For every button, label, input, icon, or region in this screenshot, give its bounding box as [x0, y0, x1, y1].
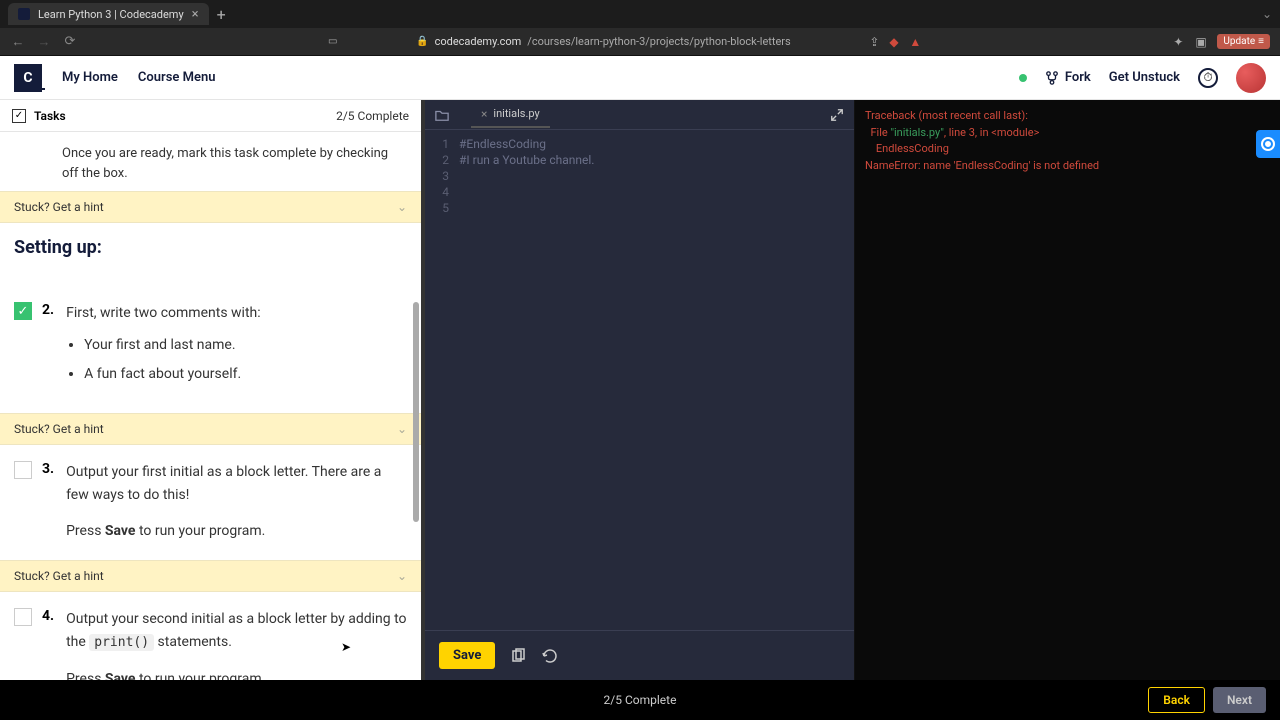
- terminal-line: File "initials.py", line 3, in <module>: [865, 125, 1270, 142]
- task-item-4: 4. Output your second initial as a block…: [0, 592, 421, 680]
- back-nav-icon[interactable]: ←: [10, 34, 26, 50]
- tabs-chevron-icon[interactable]: ⌄: [1262, 7, 1272, 21]
- editor-footer: Save: [425, 630, 854, 680]
- file-name: initials.py: [493, 107, 539, 120]
- tasks-header-checkbox[interactable]: ✓: [12, 109, 26, 123]
- browser-right-icons: ✦ ▣ Update ≡: [1173, 34, 1270, 49]
- hint-toggle[interactable]: Stuck? Get a hint⌄: [0, 413, 421, 445]
- code-content[interactable]: #EndlessCoding #I run a Youtube channel.: [459, 136, 854, 630]
- scrollbar-thumb[interactable]: [413, 302, 419, 522]
- share-icon[interactable]: ⇪: [869, 35, 883, 49]
- new-tab-button[interactable]: +: [217, 5, 226, 24]
- active-tab[interactable]: Learn Python 3 | Codecademy ×: [8, 3, 209, 25]
- app-icon[interactable]: ▣: [1195, 35, 1209, 49]
- task-checkbox-3[interactable]: [14, 461, 32, 479]
- timer-icon[interactable]: ⏱: [1198, 68, 1218, 88]
- expand-icon[interactable]: [830, 108, 844, 122]
- warn-icon[interactable]: ▲: [909, 35, 923, 49]
- task-checkbox-2[interactable]: ✓: [14, 302, 32, 320]
- task-number: 3.: [42, 461, 54, 542]
- reset-icon[interactable]: [541, 647, 559, 665]
- main-content: ✓ Tasks 2/5 Complete Once you are ready,…: [0, 100, 1280, 680]
- close-tab-icon[interactable]: ×: [192, 7, 199, 22]
- get-unstuck-button[interactable]: Get Unstuck: [1109, 70, 1180, 85]
- task-4-sub: Press Save to run your program.: [66, 668, 407, 680]
- task-number: 2.: [42, 302, 54, 391]
- bottom-progress: 2/5 Complete: [604, 693, 677, 707]
- chevron-down-icon: ⌄: [397, 422, 407, 436]
- hint-toggle[interactable]: Stuck? Get a hint⌄: [0, 560, 421, 592]
- terminal-line: EndlessCoding: [865, 141, 1270, 158]
- save-button[interactable]: Save: [439, 642, 495, 669]
- editor-tabs: × initials.py: [425, 100, 854, 130]
- task-3-text: Output your first initial as a block let…: [66, 461, 407, 506]
- task-4-text: Output your second initial as a block le…: [66, 608, 407, 653]
- code-editor[interactable]: 12345 #EndlessCoding #I run a Youtube ch…: [425, 130, 854, 630]
- back-button[interactable]: Back: [1148, 687, 1205, 713]
- section-title: Setting up:: [0, 223, 421, 266]
- extension-icon[interactable]: ✦: [1173, 35, 1187, 49]
- forward-nav-icon: →: [36, 34, 52, 50]
- task-3-sub: Press Save to run your program.: [66, 520, 407, 542]
- terminal-line: Traceback (most recent call last):: [865, 108, 1270, 125]
- task-checkbox-4[interactable]: [14, 608, 32, 626]
- editor-panel: × initials.py 12345 #EndlessCoding #I ru…: [425, 100, 855, 680]
- browser-toolbar: ← → ⟳ ▭ 🔒 codecademy.com/courses/learn-p…: [0, 28, 1280, 56]
- shield-icon[interactable]: ◆: [889, 35, 903, 49]
- nav-my-home[interactable]: My Home: [62, 70, 118, 85]
- reader-icon[interactable]: ▭: [328, 36, 337, 47]
- mouse-cursor: ➤: [341, 640, 351, 654]
- terminal-line: NameError: name 'EndlessCoding' is not d…: [865, 158, 1270, 175]
- task-item-3: 3. Output your first initial as a block …: [0, 445, 421, 550]
- tasks-scroll[interactable]: Once you are ready, mark this task compl…: [0, 132, 421, 680]
- terminal-panel[interactable]: Traceback (most recent call last): File …: [855, 100, 1280, 680]
- url-path: /courses/learn-python-3/projects/python-…: [527, 35, 790, 48]
- bottom-bar: 2/5 Complete Back Next: [0, 680, 1280, 720]
- file-tab-initials[interactable]: × initials.py: [471, 102, 550, 128]
- tasks-panel: ✓ Tasks 2/5 Complete Once you are ready,…: [0, 100, 425, 680]
- help-widget[interactable]: [1256, 130, 1280, 158]
- hint-toggle[interactable]: Stuck? Get a hint⌄: [0, 191, 421, 223]
- update-button[interactable]: Update ≡: [1217, 34, 1270, 49]
- next-button[interactable]: Next: [1213, 687, 1266, 713]
- reload-icon[interactable]: ⟳: [62, 34, 78, 50]
- task-number: 4.: [42, 608, 54, 680]
- tasks-progress: 2/5 Complete: [336, 109, 409, 123]
- codecademy-logo[interactable]: C: [14, 64, 42, 92]
- task-intro-text: Once you are ready, mark this task compl…: [0, 132, 421, 191]
- nav-course-menu[interactable]: Course Menu: [138, 70, 216, 85]
- chevron-down-icon: ⌄: [397, 200, 407, 214]
- line-gutter: 12345: [425, 136, 459, 630]
- top-nav: C My Home Course Menu Fork Get Unstuck ⏱: [0, 56, 1280, 100]
- task-2-text: First, write two comments with:: [66, 302, 407, 324]
- avatar[interactable]: [1236, 63, 1266, 93]
- lock-icon: 🔒: [416, 36, 428, 47]
- fork-icon: [1045, 71, 1059, 85]
- browser-tabs: Learn Python 3 | Codecademy × + ⌄: [0, 0, 1280, 28]
- fork-button[interactable]: Fork: [1045, 70, 1091, 85]
- task-item-2: ✓ 2. First, write two comments with: You…: [0, 286, 421, 399]
- url-host: codecademy.com: [435, 35, 522, 48]
- status-dot: [1019, 74, 1027, 82]
- tasks-label: Tasks: [34, 109, 66, 123]
- close-file-icon[interactable]: ×: [481, 107, 487, 121]
- tasks-header: ✓ Tasks 2/5 Complete: [0, 100, 421, 132]
- chevron-down-icon: ⌄: [397, 569, 407, 583]
- tab-title: Learn Python 3 | Codecademy: [38, 8, 184, 21]
- copy-icon[interactable]: [509, 647, 527, 665]
- folder-icon[interactable]: [435, 108, 449, 122]
- tab-favicon: [18, 8, 30, 20]
- task-2-bullets: Your first and last name. A fun fact abo…: [84, 334, 407, 385]
- url-bar[interactable]: ▭ 🔒 codecademy.com/courses/learn-python-…: [88, 35, 1163, 49]
